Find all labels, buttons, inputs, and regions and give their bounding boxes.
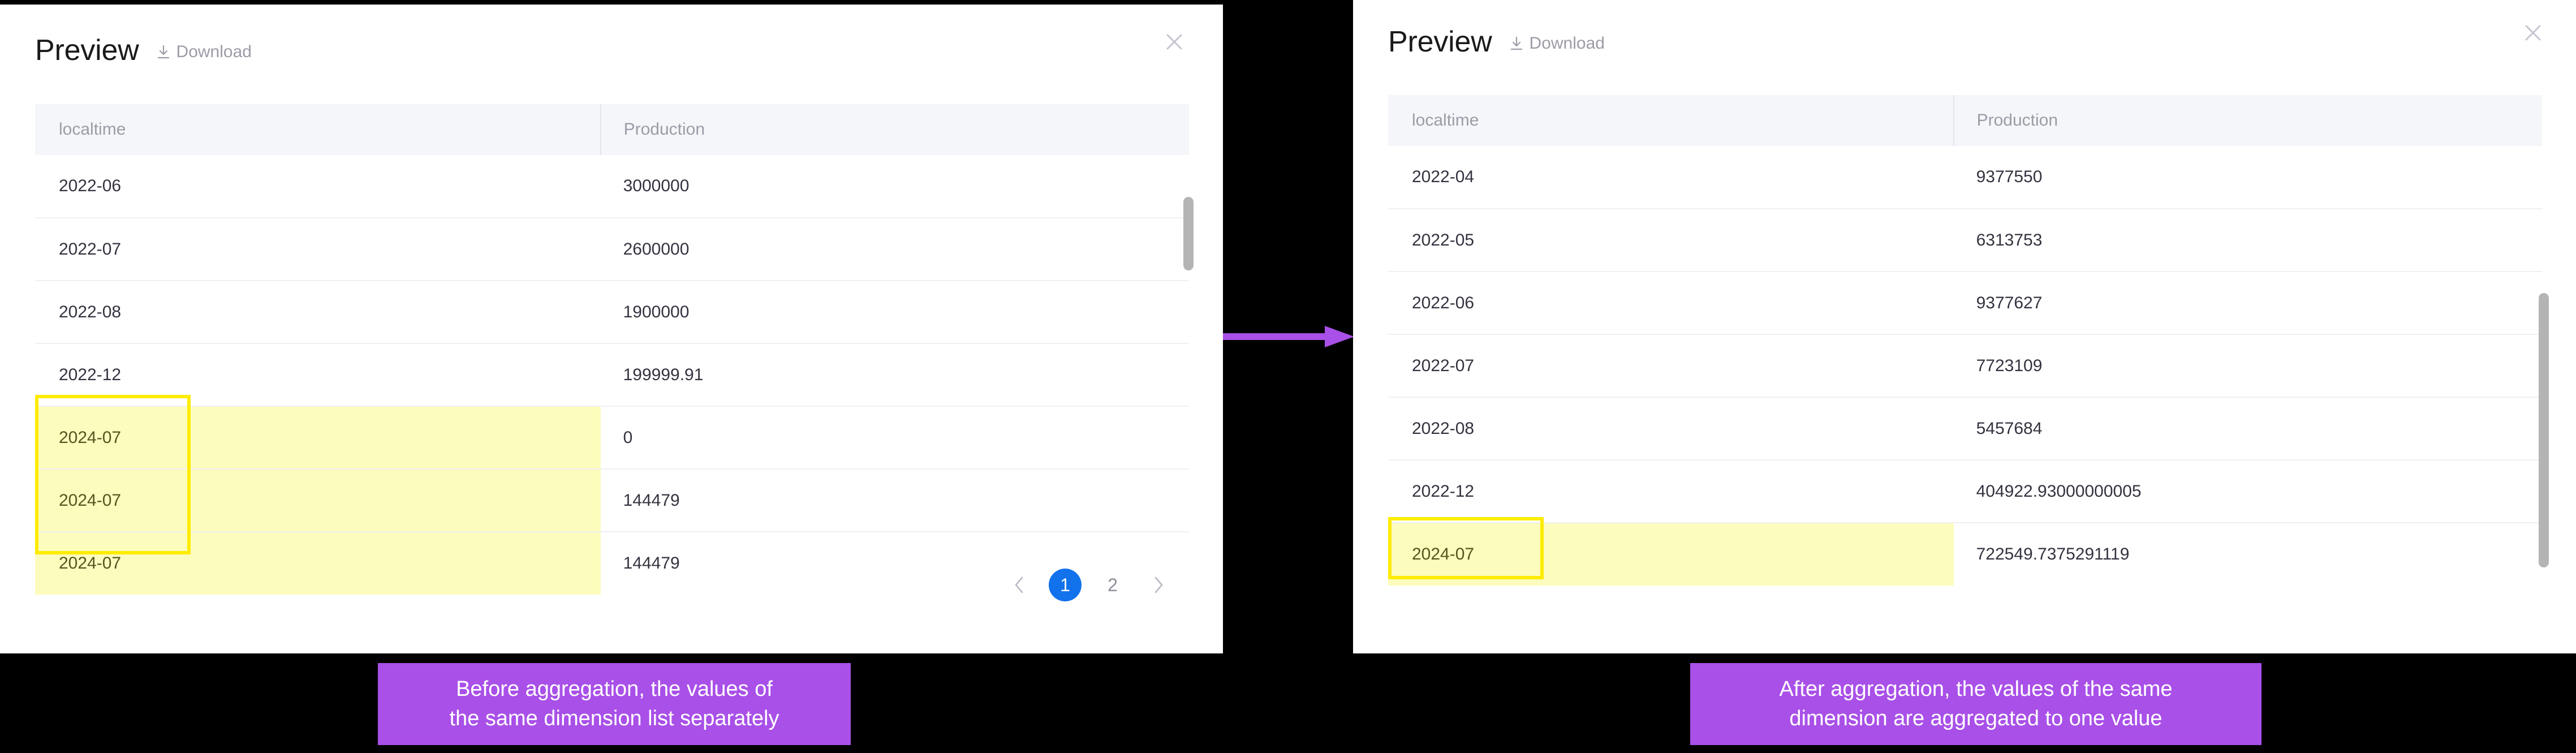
table-row-highlighted: 2024-07 144479 (35, 469, 1189, 532)
vertical-scrollbar-right[interactable] (2539, 293, 2549, 567)
download-label-left: Download (176, 42, 252, 61)
cell-production: 5457684 (1953, 397, 2542, 461)
preview-table-left: localtime Production 2022-06 3000000 202… (35, 104, 1189, 595)
cell-localtime: 2024-07 (35, 469, 601, 532)
comparison-stage: Preview Download localtime Production 20… (0, 0, 2576, 753)
column-header-localtime: localtime (35, 104, 601, 155)
pagination-page-1[interactable]: 1 (1049, 569, 1082, 601)
table-row-highlighted: 2024-07 722549.7375291119 (1388, 523, 2542, 586)
cell-production: 7723109 (1953, 334, 2542, 398)
caption-line-1: After aggregation, the values of the sam… (1779, 677, 2173, 701)
caption-before-aggregation: Before aggregation, the values of the sa… (378, 663, 851, 745)
download-button-left[interactable]: Download (156, 44, 252, 61)
table-row: 2022-07 7723109 (1388, 334, 2542, 398)
column-header-localtime: localtime (1388, 95, 1954, 146)
vertical-scrollbar-left[interactable] (1183, 197, 1194, 270)
cell-production: 9377550 (1953, 146, 2542, 209)
cell-production: 3000000 (600, 155, 1189, 218)
caption-line-2: dimension are aggregated to one value (1789, 707, 2163, 731)
column-header-production: Production (1953, 95, 2542, 146)
preview-table-right-wrapper: localtime Production 2022-04 9377550 202… (1388, 95, 2542, 616)
table-row: 2022-05 6313753 (1388, 209, 2542, 272)
chevron-right-icon (1155, 576, 1163, 593)
table-row-highlighted: 2024-07 0 (35, 406, 1189, 470)
panel-header-right: Preview Download (1388, 27, 1605, 57)
pagination-left: 1 2 (1005, 569, 1173, 601)
cell-production: 722549.7375291119 (1953, 523, 2542, 586)
table-row: 2022-06 3000000 (35, 155, 1189, 218)
right-arrow-icon (1223, 326, 1354, 347)
cell-production: 9377627 (1953, 272, 2542, 335)
cell-localtime: 2022-08 (1388, 397, 1954, 461)
close-icon (2525, 25, 2541, 41)
cell-localtime: 2022-04 (1388, 146, 1954, 209)
caption-line-1: Before aggregation, the values of (456, 677, 773, 701)
table-row: 2022-12 199999.91 (35, 343, 1189, 407)
download-button-right[interactable]: Download (1509, 35, 1605, 52)
pagination-prev-button[interactable] (1005, 570, 1034, 600)
caption-after-aggregation: After aggregation, the values of the sam… (1690, 663, 2261, 745)
cell-localtime: 2022-06 (1388, 272, 1954, 335)
table-row: 2022-12 404922.93000000005 (1388, 460, 2542, 523)
cell-production: 0 (600, 406, 1189, 470)
download-icon (1509, 36, 1524, 51)
cell-localtime: 2022-12 (35, 343, 601, 407)
panel-header-left: Preview Download (35, 36, 252, 65)
cell-production: 2600000 (600, 218, 1189, 281)
pagination-next-button[interactable] (1144, 570, 1173, 600)
download-label-right: Download (1529, 34, 1605, 53)
caption-line-2: the same dimension list separately (449, 707, 779, 731)
table-row: 2022-08 5457684 (1388, 397, 2542, 461)
preview-table-right: localtime Production 2022-04 9377550 202… (1388, 95, 2542, 586)
close-button-left[interactable] (1158, 26, 1190, 58)
cell-localtime: 2024-07 (1388, 523, 1954, 586)
close-icon (1166, 34, 1182, 50)
page-title-right: Preview (1388, 25, 1492, 58)
table-header-row: localtime Production (35, 104, 1189, 155)
cell-localtime: 2022-07 (35, 218, 601, 281)
cell-localtime: 2022-07 (1388, 334, 1954, 398)
table-row: 2022-08 1900000 (35, 281, 1189, 344)
close-button-right[interactable] (2517, 17, 2549, 49)
preview-panel-before: Preview Download localtime Production 20… (0, 5, 1223, 653)
cell-production: 6313753 (1953, 209, 2542, 272)
cell-localtime: 2022-08 (35, 281, 601, 344)
table-row: 2022-04 9377550 (1388, 146, 2542, 209)
chevron-left-icon (1015, 576, 1023, 593)
table-row: 2022-06 9377627 (1388, 272, 2542, 335)
pagination-page-2[interactable]: 2 (1096, 569, 1129, 601)
cell-production: 144479 (600, 469, 1189, 532)
page-title-left: Preview (35, 34, 139, 67)
cell-localtime: 2024-07 (35, 532, 601, 595)
table-row: 2022-07 2600000 (35, 218, 1189, 281)
table-header-row: localtime Production (1388, 95, 2542, 146)
transition-arrow (1223, 325, 1354, 348)
cell-localtime: 2022-05 (1388, 209, 1954, 272)
preview-table-left-wrapper: localtime Production 2022-06 3000000 202… (35, 104, 1189, 595)
cell-production: 1900000 (600, 281, 1189, 344)
download-icon (156, 44, 171, 60)
cell-production: 404922.93000000005 (1953, 460, 2542, 523)
column-header-production: Production (600, 104, 1189, 155)
cell-production: 199999.91 (600, 343, 1189, 407)
preview-panel-after: Preview Download localtime Production 20… (1353, 0, 2576, 653)
cell-localtime: 2022-12 (1388, 460, 1954, 523)
cell-localtime: 2022-06 (35, 155, 601, 218)
cell-localtime: 2024-07 (35, 406, 601, 470)
